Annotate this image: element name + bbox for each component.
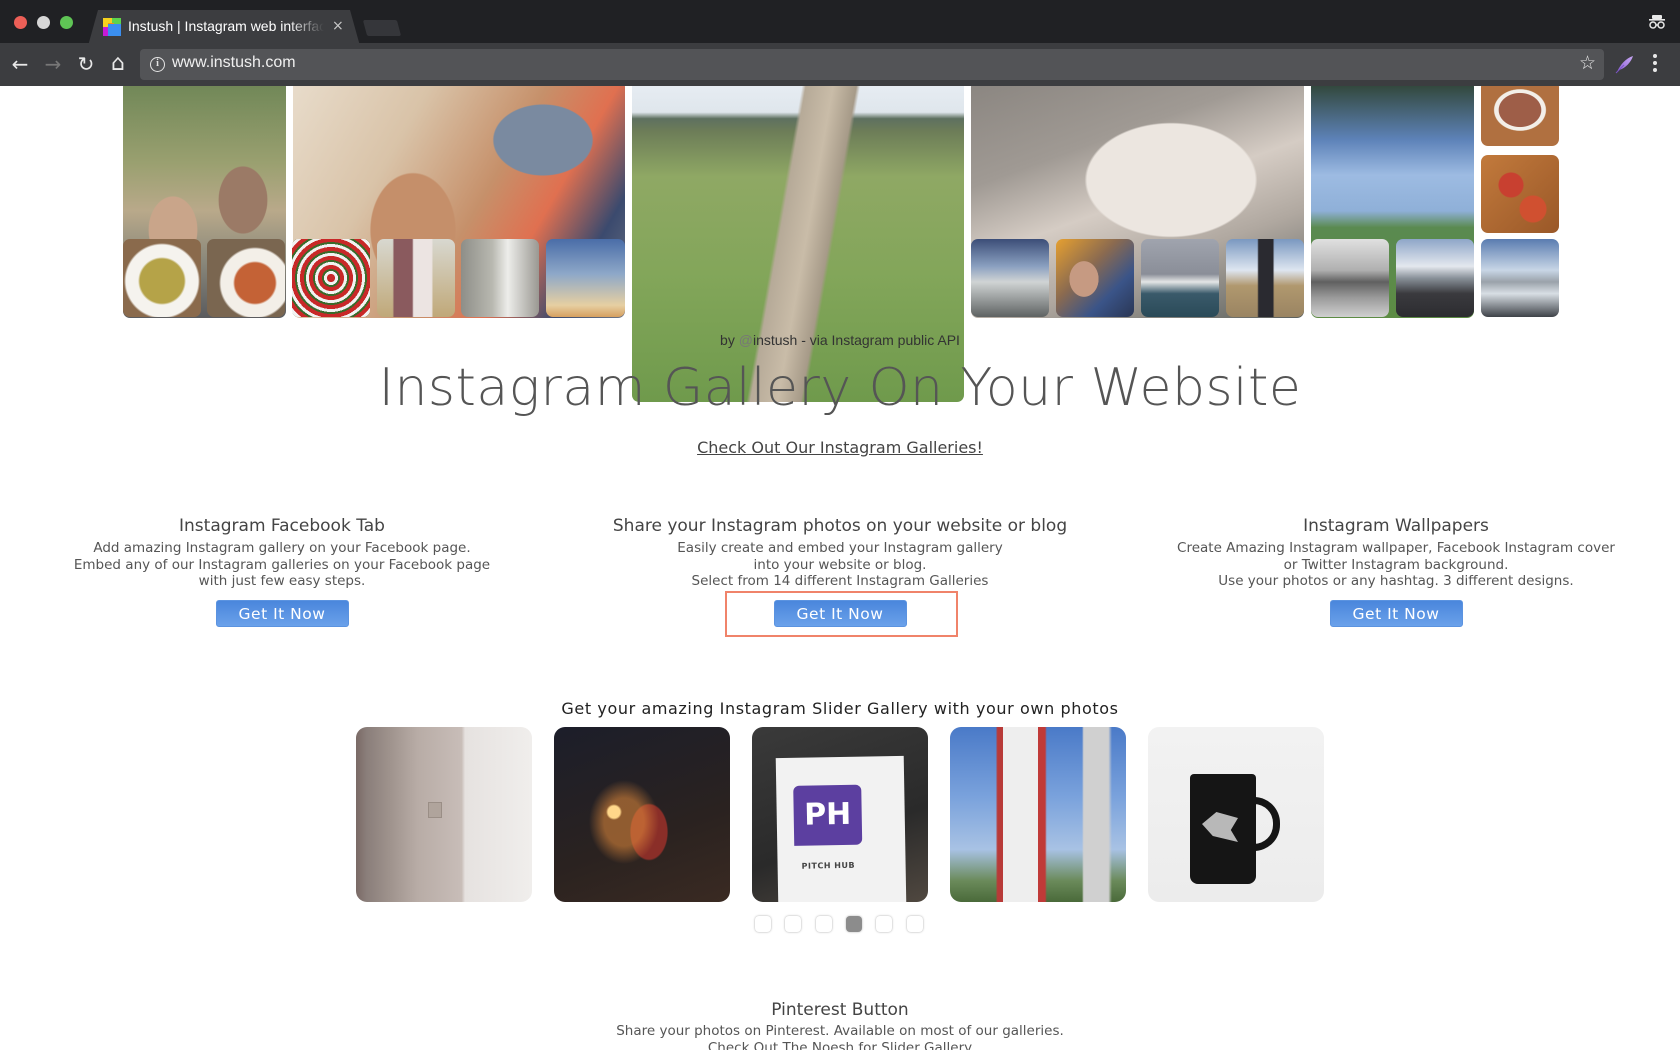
star-icon[interactable]: ☆ bbox=[1579, 52, 1596, 74]
browser-tab-active[interactable]: Instush | Instagram web interface × bbox=[88, 10, 360, 46]
gallery-photo[interactable] bbox=[1481, 86, 1559, 146]
feature-line: Select from 14 different Instagram Galle… bbox=[691, 573, 989, 589]
gallery-photo[interactable] bbox=[123, 239, 201, 317]
get-it-now-button-facebook[interactable]: Get It Now bbox=[215, 599, 349, 627]
feature-line: with just few easy steps. bbox=[198, 573, 366, 589]
web-page: by @instush - via Instagram public API I… bbox=[0, 86, 1680, 1050]
feature-line: Use your photos or any hashtag. 3 differ… bbox=[1218, 573, 1574, 589]
gallery-photo[interactable] bbox=[207, 239, 285, 317]
gallery-photo[interactable] bbox=[1056, 239, 1134, 317]
browser-toolbar: ← → ↻ ⌂ i www.instush.com ☆ bbox=[0, 43, 1680, 86]
gallery-photo[interactable] bbox=[1481, 155, 1559, 233]
elevator-button bbox=[428, 802, 442, 818]
slider-dot[interactable] bbox=[876, 916, 892, 932]
slider-dot[interactable] bbox=[907, 916, 923, 932]
instush-favicon-icon bbox=[103, 18, 121, 36]
page-headline: Instagram Gallery On Your Website bbox=[378, 358, 1302, 418]
info-icon[interactable]: i bbox=[150, 57, 165, 72]
slider-image[interactable] bbox=[950, 727, 1126, 902]
browser-tab-bar: Instush | Instagram web interface × bbox=[0, 0, 1680, 46]
window-close-button[interactable] bbox=[14, 16, 27, 29]
slider-image[interactable]: PH PITCH HUB bbox=[752, 727, 928, 902]
feature-title: Instagram Facebook Tab bbox=[179, 516, 385, 536]
slider-dot[interactable] bbox=[755, 916, 771, 932]
feature-title: Share your Instagram photos on your webs… bbox=[612, 516, 1068, 536]
slider-dot[interactable] bbox=[816, 916, 832, 932]
gallery-caption: by @instush - via Instagram public API bbox=[0, 332, 1680, 348]
feather-icon[interactable] bbox=[1614, 53, 1636, 75]
check-galleries-link[interactable]: Check Out Our Instagram Galleries! bbox=[697, 438, 983, 457]
window-maximize-button[interactable] bbox=[60, 16, 73, 29]
slider-image[interactable] bbox=[356, 727, 532, 902]
new-tab-button[interactable] bbox=[362, 20, 402, 36]
caption-prefix: by bbox=[720, 332, 739, 348]
instush-handle-link[interactable]: instush bbox=[753, 332, 797, 348]
feature-line: into your website or blog. bbox=[753, 556, 927, 573]
arrow-right-icon[interactable]: → bbox=[41, 52, 65, 76]
feature-title: Instagram Wallpapers bbox=[1303, 516, 1489, 536]
caption-suffix: - via Instagram public API bbox=[797, 332, 960, 348]
address-bar[interactable]: i www.instush.com ☆ bbox=[140, 49, 1604, 80]
close-icon[interactable]: × bbox=[332, 18, 344, 34]
feature-line: Embed any of our Instagram galleries on … bbox=[73, 556, 491, 573]
feature-line: or Twitter Instagram background. bbox=[1283, 556, 1509, 573]
gallery-photo[interactable] bbox=[461, 239, 539, 317]
gallery-photo[interactable] bbox=[971, 239, 1049, 317]
slider-image[interactable] bbox=[1148, 727, 1324, 902]
gallery-photo[interactable] bbox=[1226, 239, 1304, 317]
gallery-photo[interactable] bbox=[1311, 239, 1389, 317]
pinterest-description: Share your photos on Pinterest. Availabl… bbox=[616, 1023, 1064, 1039]
gallery-photo[interactable] bbox=[1481, 239, 1559, 317]
gallery-photo[interactable] bbox=[377, 239, 455, 317]
home-icon[interactable]: ⌂ bbox=[106, 52, 130, 76]
feature-wallpapers: Instagram Wallpapers Create Amazing Inst… bbox=[1170, 516, 1622, 627]
slider-image[interactable] bbox=[554, 727, 730, 902]
incognito-icon[interactable] bbox=[1647, 12, 1667, 32]
caption-at: @ bbox=[738, 332, 753, 348]
gallery-photo[interactable] bbox=[1396, 239, 1474, 317]
pinterest-link[interactable]: Check Out The Noesh for Slider Gallery bbox=[0, 1040, 1680, 1050]
slider-heading: Get your amazing Instagram Slider Galler… bbox=[561, 699, 1119, 718]
feature-pinterest: Pinterest Button Share your photos on Pi… bbox=[0, 1000, 1680, 1050]
gallery-photo[interactable] bbox=[1141, 239, 1219, 317]
feature-line: Create Amazing Instagram wallpaper, Face… bbox=[1177, 540, 1615, 556]
pitch-hub-text: PITCH HUB bbox=[801, 860, 856, 871]
arrow-left-icon[interactable]: ← bbox=[8, 52, 32, 76]
feature-line: Easily create and embed your Instagram g… bbox=[677, 540, 1003, 556]
url-text[interactable]: www.instush.com bbox=[172, 54, 296, 72]
pinterest-title: Pinterest Button bbox=[771, 1000, 909, 1020]
gallery-photo[interactable] bbox=[546, 239, 625, 317]
gallery-photo[interactable] bbox=[632, 86, 964, 402]
gallery-photo[interactable] bbox=[292, 239, 370, 317]
feature-line: Add amazing Instagram gallery on your Fa… bbox=[93, 540, 471, 556]
highlight-box bbox=[725, 591, 958, 637]
feature-facebook-tab: Instagram Facebook Tab Add amazing Insta… bbox=[70, 516, 494, 627]
slider-dot-active[interactable] bbox=[846, 916, 862, 932]
more-vert-icon[interactable] bbox=[1652, 54, 1658, 74]
get-it-now-button-wallpapers[interactable]: Get It Now bbox=[1329, 599, 1463, 627]
reload-icon[interactable]: ↻ bbox=[74, 52, 98, 76]
window-minimize-button[interactable] bbox=[37, 16, 50, 29]
pitch-hub-logo: PH bbox=[793, 784, 863, 846]
tab-title: Instush | Instagram web interface bbox=[128, 18, 324, 34]
slider-dot[interactable] bbox=[785, 916, 801, 932]
